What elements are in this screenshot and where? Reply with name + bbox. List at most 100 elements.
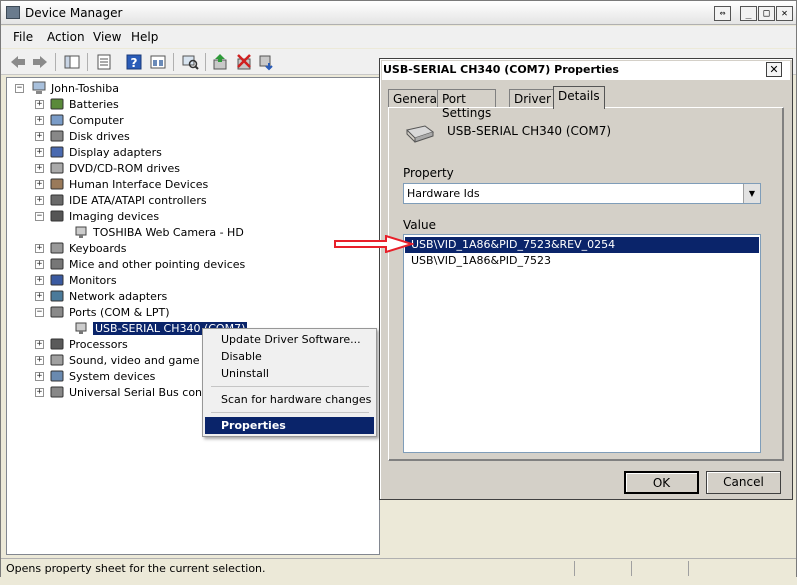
menu-item-uninstall[interactable]: Uninstall [205, 365, 374, 382]
expand-toggle[interactable]: + [35, 164, 44, 173]
device-category-icon [50, 98, 64, 110]
expand-toggle[interactable]: + [35, 356, 44, 365]
resize-button[interactable]: ⇔ [714, 6, 731, 21]
forward-icon[interactable] [31, 53, 49, 71]
status-text: Opens property sheet for the current sel… [6, 562, 266, 575]
device-category-icon [50, 242, 64, 254]
view-icon[interactable] [149, 53, 167, 71]
menu-file[interactable]: File [13, 30, 33, 44]
device-category-icon [50, 290, 64, 302]
taskbar-edge [0, 577, 797, 585]
device-tree[interactable]: − John-Toshiba + Batteries + Computer + Disk … [6, 77, 380, 555]
disable-icon[interactable] [257, 53, 275, 71]
tab-details[interactable]: Details [553, 86, 605, 109]
device-category-icon [50, 146, 64, 158]
minimize-button[interactable]: _ [740, 6, 757, 21]
menu-item-scan[interactable]: Scan for hardware changes [205, 391, 374, 408]
properties-dialog: USB-SERIAL CH340 (COM7) Properties ✕ Gen… [379, 58, 793, 500]
tree-node-label: Sound, video and game con [69, 354, 223, 367]
tree-node-label: Human Interface Devices [69, 178, 209, 191]
ok-button[interactable]: OK [624, 471, 699, 494]
menu-action[interactable]: Action [47, 30, 85, 44]
update-driver-icon[interactable] [211, 53, 229, 71]
properties-icon[interactable] [95, 53, 113, 71]
title-bar[interactable]: Device Manager ⇔ _ □ ✕ [1, 1, 796, 25]
value-row[interactable]: USB\VID_1A86&PID_7523 [405, 253, 759, 269]
dialog-close-button[interactable]: ✕ [766, 62, 782, 77]
device-category-icon [50, 370, 64, 382]
value-label: Value [403, 218, 436, 232]
window-title: Device Manager [25, 6, 123, 20]
chevron-down-icon[interactable]: ▼ [743, 184, 760, 203]
tree-node-label: Computer [69, 114, 124, 127]
expand-toggle[interactable]: + [35, 148, 44, 157]
expand-toggle[interactable]: + [35, 244, 44, 253]
maximize-button[interactable]: □ [758, 6, 775, 21]
show-hide-console-icon[interactable] [63, 53, 81, 71]
tree-node-label: Disk drives [69, 130, 130, 143]
device-category-icon [50, 178, 64, 190]
uninstall-icon[interactable] [235, 53, 253, 71]
tree-node-label: System devices [69, 370, 156, 383]
device-icon [75, 322, 87, 334]
menu-item-properties[interactable]: Properties [205, 417, 374, 434]
device-category-icon [50, 130, 64, 142]
tab-port-settings[interactable]: Port Settings [437, 89, 497, 120]
menu-item-disable[interactable]: Disable [205, 348, 374, 365]
expand-toggle[interactable]: + [35, 196, 44, 205]
device-category-icon [50, 386, 64, 398]
expand-toggle[interactable]: + [35, 260, 44, 269]
device-category-icon [50, 162, 64, 174]
tree-node-label: Monitors [69, 274, 117, 287]
tree-node-label: Batteries [69, 98, 119, 111]
tree-node-label: Display adapters [69, 146, 162, 159]
menu-separator [211, 386, 369, 387]
expand-toggle[interactable]: + [35, 372, 44, 381]
tab-driver[interactable]: Driver [509, 89, 556, 108]
expand-toggle[interactable]: + [35, 116, 44, 125]
tree-root-label: John-Toshiba [51, 82, 119, 95]
close-button[interactable]: ✕ [776, 6, 793, 21]
expand-toggle[interactable]: + [35, 132, 44, 141]
context-menu: Update Driver Software... Disable Uninst… [202, 328, 377, 437]
expand-toggle[interactable]: + [35, 388, 44, 397]
expand-toggle[interactable]: + [35, 180, 44, 189]
menu-view[interactable]: View [93, 30, 121, 44]
menu-item-update-driver[interactable]: Update Driver Software... [205, 331, 374, 348]
scan-icon[interactable] [181, 53, 199, 71]
cancel-button[interactable]: Cancel [706, 471, 781, 494]
dialog-title: USB-SERIAL CH340 (COM7) Properties [383, 63, 619, 76]
svg-text:?: ? [131, 56, 138, 70]
back-icon[interactable] [9, 53, 27, 71]
help-icon[interactable]: ? [125, 53, 143, 71]
status-cell [688, 561, 794, 576]
property-value: Hardware Ids [407, 187, 480, 200]
value-list[interactable]: USB\VID_1A86&PID_7523&REV_0254 USB\VID_1… [403, 234, 761, 453]
tree-node-label: Processors [69, 338, 128, 351]
property-select[interactable]: Hardware Ids ▼ [403, 183, 761, 204]
tree-node-label: Network adapters [69, 290, 168, 303]
tree-child-label: TOSHIBA Web Camera - HD [93, 226, 244, 239]
collapse-toggle[interactable]: − [35, 212, 44, 221]
collapse-toggle[interactable]: − [35, 308, 44, 317]
device-category-icon [50, 258, 64, 270]
menu-help[interactable]: Help [131, 30, 158, 44]
status-bar: Opens property sheet for the current sel… [1, 558, 796, 577]
port-connector-icon [406, 125, 435, 143]
device-category-icon [50, 210, 64, 222]
device-name: USB-SERIAL CH340 (COM7) [447, 124, 612, 138]
device-category-icon [50, 338, 64, 350]
device-category-icon [50, 114, 64, 126]
red-arrow-annotation [334, 235, 414, 253]
tree-node-label: Imaging devices [69, 210, 160, 223]
tree-node-label: IDE ATA/ATAPI controllers [69, 194, 207, 207]
details-panel: USB-SERIAL CH340 (COM7) Property Hardwar… [388, 107, 784, 461]
value-row[interactable]: USB\VID_1A86&PID_7523&REV_0254 [405, 237, 759, 253]
expand-toggle[interactable]: + [35, 292, 44, 301]
dialog-title-bar[interactable]: USB-SERIAL CH340 (COM7) Properties ✕ [382, 61, 790, 80]
expand-toggle[interactable]: + [35, 100, 44, 109]
collapse-toggle[interactable]: − [15, 84, 24, 93]
expand-toggle[interactable]: + [35, 340, 44, 349]
expand-toggle[interactable]: + [35, 276, 44, 285]
device-category-icon [50, 354, 64, 366]
